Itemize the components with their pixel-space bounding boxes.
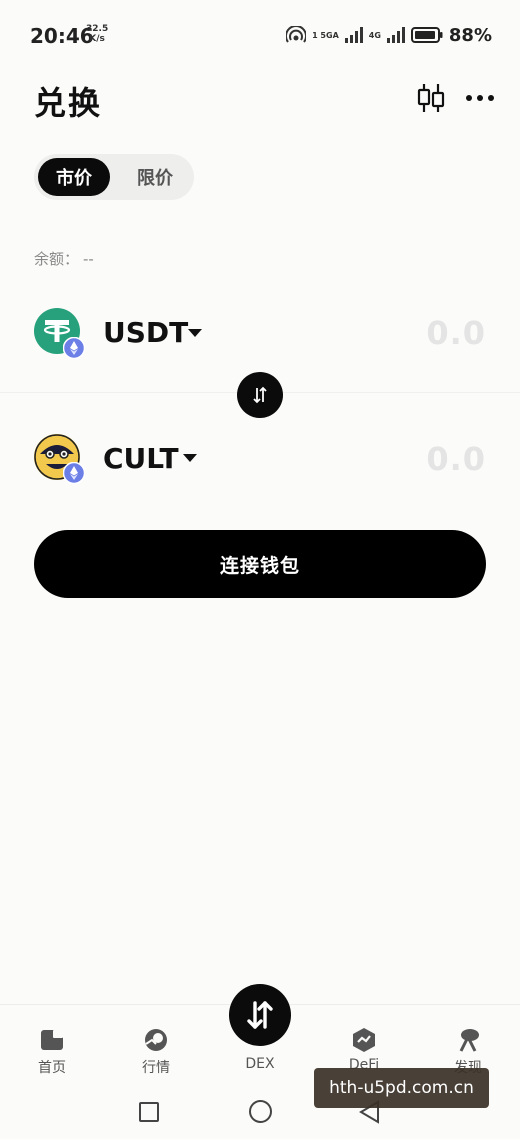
ethereum-icon bbox=[63, 337, 85, 359]
chart-button[interactable] bbox=[416, 82, 446, 114]
market-icon bbox=[145, 1029, 167, 1051]
net-speed-unit: K/s bbox=[89, 34, 105, 44]
connect-wallet-button[interactable]: 连接钱包 bbox=[34, 530, 486, 598]
discover-icon bbox=[459, 1029, 479, 1052]
home-icon bbox=[41, 1030, 63, 1050]
from-token-symbol: USDT bbox=[103, 316, 189, 349]
defi-icon bbox=[353, 1028, 375, 1052]
to-amount-input[interactable]: 0.0 bbox=[426, 440, 486, 478]
battery-percent: 88% bbox=[448, 24, 492, 46]
sim1-tag: 1 5GA bbox=[312, 30, 339, 40]
status-bar: 20:46 32.5 K/s 1 5GA 4G 88% bbox=[0, 0, 520, 70]
swap-icon bbox=[247, 1001, 273, 1029]
order-type-toggle: 市价 限价 bbox=[34, 154, 194, 200]
status-time: 20:46 bbox=[30, 24, 94, 48]
swap-arrows-icon bbox=[253, 386, 267, 404]
battery-icon bbox=[410, 27, 443, 43]
nav-home[interactable]: 首页 bbox=[12, 1023, 92, 1079]
watermark: hth-u5pd.com.cn bbox=[314, 1068, 489, 1108]
tab-limit[interactable]: 限价 bbox=[120, 158, 190, 196]
status-right: 1 5GA 4G 88% bbox=[286, 24, 492, 46]
net-speed-value: 32.5 bbox=[86, 24, 109, 34]
more-button[interactable] bbox=[464, 86, 496, 110]
nav-dex-label: DEX bbox=[245, 1056, 275, 1072]
nav-dex[interactable] bbox=[229, 984, 291, 1046]
balance-value: -- bbox=[83, 250, 94, 268]
recents-button[interactable] bbox=[139, 1102, 159, 1122]
signal-icon bbox=[344, 27, 363, 43]
nav-market[interactable]: 行情 bbox=[116, 1023, 196, 1079]
signal-icon bbox=[386, 27, 405, 43]
from-amount-input[interactable]: 0.0 bbox=[426, 314, 486, 352]
tab-market[interactable]: 市价 bbox=[38, 158, 110, 196]
balance: 余额： -- bbox=[34, 248, 94, 269]
caret-down-icon bbox=[183, 454, 197, 462]
hotspot-icon bbox=[286, 26, 307, 43]
nav-market-label: 行情 bbox=[142, 1060, 170, 1076]
candlestick-icon bbox=[417, 84, 445, 112]
caret-down-icon bbox=[188, 329, 202, 337]
ethereum-icon bbox=[63, 462, 85, 484]
net-speed: 32.5 K/s bbox=[86, 24, 108, 44]
nav-home-label: 首页 bbox=[38, 1060, 66, 1076]
to-token-symbol: CULT bbox=[103, 442, 179, 475]
sim2-tag: 4G bbox=[368, 30, 381, 40]
balance-label: 余额： bbox=[34, 250, 80, 268]
home-button[interactable] bbox=[249, 1100, 272, 1123]
page-title: 兑换 bbox=[34, 84, 103, 122]
swap-direction-button[interactable] bbox=[237, 372, 283, 418]
more-icon bbox=[466, 95, 494, 101]
